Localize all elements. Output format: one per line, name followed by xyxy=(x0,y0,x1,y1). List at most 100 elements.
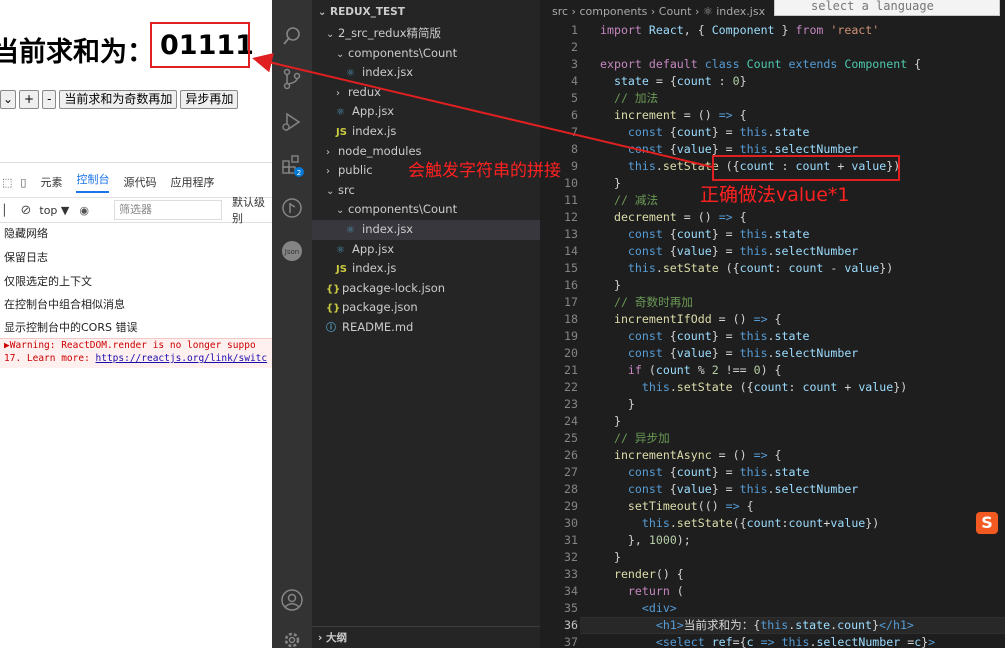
code-line[interactable]: const {value} = this.selectNumber xyxy=(600,345,858,362)
option-show-cors[interactable]: 显示控制台中的CORS 错误 xyxy=(4,319,137,335)
code-line[interactable]: decrement = () => { xyxy=(600,209,747,226)
tree-item[interactable]: ⚛ App.jsx xyxy=(312,240,540,260)
code-line[interactable]: const {value} = this.selectNumber xyxy=(600,481,858,498)
react-file-icon: ⚛ xyxy=(336,244,345,256)
option-selected-context[interactable]: 仅限选定的上下文 xyxy=(4,273,92,289)
code-line[interactable]: setTimeout(() => { xyxy=(600,498,754,515)
react-file-icon: ⚛ xyxy=(346,225,355,236)
code-line[interactable]: const {count} = this.state xyxy=(600,124,810,141)
tree-item[interactable]: ⌄ components\Count xyxy=(312,44,540,64)
line-number: 22 xyxy=(564,380,578,394)
breadcrumb[interactable]: src › components › Count › ⚛ index.jsx xyxy=(552,5,765,18)
account-icon[interactable] xyxy=(280,588,304,612)
explorer-root[interactable]: ⌄ REDUX_TEST xyxy=(318,6,405,18)
code-line[interactable]: state = {count : 0} xyxy=(600,73,747,90)
console-filter-input[interactable]: 筛选器 xyxy=(114,200,222,220)
code-line[interactable]: // 异步加 xyxy=(600,430,670,447)
code-line[interactable]: // 减法 xyxy=(600,192,658,209)
annotation-correct-text: 正确做法value*1 xyxy=(700,184,850,206)
increment-if-odd-button[interactable]: 当前求和为奇数再加 xyxy=(59,90,178,109)
code-line[interactable]: import React, { Component } from 'react' xyxy=(600,22,879,39)
language-picker[interactable]: select a language xyxy=(774,0,1000,16)
tab-elements[interactable]: 元素 xyxy=(40,174,62,190)
tab-application[interactable]: 应用程序 xyxy=(170,174,214,190)
code-line[interactable]: }, 1000); xyxy=(600,532,691,549)
code-line[interactable]: render() { xyxy=(600,566,684,583)
json-icon[interactable]: Json xyxy=(280,239,304,263)
settings-gear-icon[interactable] xyxy=(280,628,304,648)
chevron-right-icon: › xyxy=(318,632,323,644)
sidebar-toggle-icon[interactable]: ▏ xyxy=(4,204,12,217)
code-line[interactable]: // 奇数时再加 xyxy=(600,294,693,311)
option-hide-network[interactable]: 隐藏网络 xyxy=(4,225,48,241)
code-line[interactable]: <h1>当前求和为：{this.state.count}</h1> xyxy=(600,617,914,634)
tab-sources[interactable]: 源代码 xyxy=(123,174,156,190)
code-line[interactable]: } xyxy=(600,549,621,566)
code-line[interactable]: // 加法 xyxy=(600,90,658,107)
clear-console-icon[interactable]: ⊘ xyxy=(20,203,31,218)
code-line[interactable]: this.setState ({count: count - value}) xyxy=(600,260,893,277)
tree-item[interactable]: ⌄ src xyxy=(312,181,540,201)
code-line[interactable]: this.setState ({count: count + value}) xyxy=(600,379,907,396)
activity-bar: 2 Json xyxy=(272,0,312,648)
tree-item[interactable]: ⚛ index.jsx xyxy=(312,220,540,240)
warning-link[interactable]: https://reactjs.org/link/switc xyxy=(96,353,268,364)
console-warning: ▶Warning: ReactDOM.render is no longer s… xyxy=(0,338,272,368)
tree-item[interactable]: {} package-lock.json xyxy=(312,279,540,299)
source-control-icon[interactable] xyxy=(280,67,304,91)
extensions-icon[interactable]: 2 xyxy=(280,153,304,177)
tree-item[interactable]: ⌄ 2_src_redux精简版 xyxy=(312,24,540,44)
log-level-selector[interactable]: 默认级别 xyxy=(232,194,272,226)
context-selector[interactable]: top ▼ xyxy=(39,204,69,217)
code-line[interactable]: const {value} = this.selectNumber xyxy=(600,243,858,260)
code-line[interactable]: const {count} = this.state xyxy=(600,226,810,243)
code-line[interactable]: const {count} = this.state xyxy=(600,328,810,345)
tree-item[interactable]: ⓘ README.md xyxy=(312,318,540,338)
decrement-button[interactable]: - xyxy=(42,90,57,109)
code-line[interactable]: } xyxy=(600,396,635,413)
code-line[interactable]: if (count % 2 !== 0) { xyxy=(600,362,782,379)
run-debug-icon[interactable] xyxy=(280,110,304,134)
code-line[interactable]: <div> xyxy=(600,600,677,617)
code-line[interactable]: const {count} = this.state xyxy=(600,464,810,481)
eye-icon[interactable]: ◉ xyxy=(79,204,89,217)
outline-section[interactable]: › 大纲 xyxy=(312,626,540,648)
increment-async-button[interactable]: 异步再加 xyxy=(180,90,239,109)
code-line[interactable]: incrementIfOdd = () => { xyxy=(600,311,782,328)
code-line[interactable]: } xyxy=(600,413,621,430)
code-line[interactable]: increment = () => { xyxy=(600,107,747,124)
github-icon[interactable] xyxy=(280,196,304,220)
tree-item[interactable]: {} package.json xyxy=(312,298,540,318)
option-group-similar[interactable]: 在控制台中组合相似消息 xyxy=(4,296,125,312)
inspect-icon[interactable]: ⬚ xyxy=(2,176,12,189)
device-toolbar-icon[interactable]: ▯ xyxy=(20,176,26,189)
line-number: 25 xyxy=(564,431,578,445)
increment-button[interactable]: + xyxy=(19,90,40,109)
option-preserve-log[interactable]: 保留日志 xyxy=(4,249,48,265)
tree-item[interactable]: ⚛ App.jsx xyxy=(312,102,540,122)
code-line[interactable]: } xyxy=(600,277,621,294)
tree-item[interactable]: › redux xyxy=(312,83,540,103)
tree-item[interactable]: ⌄ components\Count xyxy=(312,200,540,220)
code-line[interactable]: export default class Count extends Compo… xyxy=(600,56,921,73)
tree-item[interactable]: JS index.js xyxy=(312,122,540,142)
code-line[interactable]: <select ref={c => this.selectNumber =c}> xyxy=(600,634,935,648)
code-line[interactable]: return ( xyxy=(600,583,684,600)
js-file-icon: JS xyxy=(336,264,347,276)
code-line[interactable]: incrementAsync = () => { xyxy=(600,447,782,464)
line-number: 16 xyxy=(564,278,578,292)
browser-pane: 当前求和为： 01111 ⌄ + - 当前求和为奇数再加 异步再加 ⬚ ▯ 元素… xyxy=(0,0,272,648)
code-editor[interactable]: src › components › Count › ⚛ index.jsx s… xyxy=(540,0,1005,648)
sogou-ime-logo[interactable]: S xyxy=(976,512,998,534)
code-line[interactable]: } xyxy=(600,175,621,192)
code-line[interactable]: this.setState({count:count+value}) xyxy=(600,515,879,532)
line-number: 28 xyxy=(564,482,578,496)
tree-item[interactable]: JS index.js xyxy=(312,259,540,279)
tab-console[interactable]: 控制台 xyxy=(76,171,110,193)
line-number: 13 xyxy=(564,227,578,241)
search-icon[interactable] xyxy=(280,24,304,48)
tree-item[interactable]: ⚛ index.jsx xyxy=(312,63,540,83)
annotation-count-box xyxy=(150,22,250,68)
line-number: 5 xyxy=(571,91,578,105)
number-select[interactable]: ⌄ xyxy=(0,90,16,109)
